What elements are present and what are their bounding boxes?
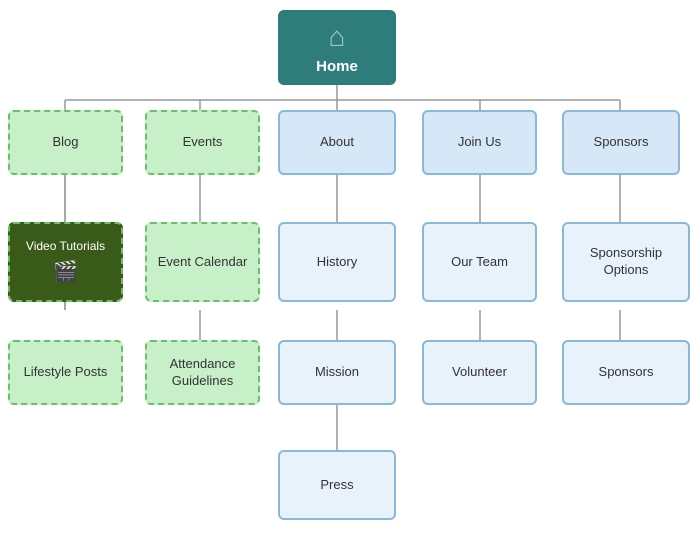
lifestyle-posts-label: Lifestyle Posts [24,364,108,381]
about-label: About [320,134,354,151]
sponsorship-options-label: Sponsorship Options [570,245,682,279]
join-us-label: Join Us [458,134,501,151]
home-icon: ⌂ [329,19,346,55]
video-tutorials-node[interactable]: Video Tutorials 🎬 [8,222,123,302]
volunteer-node[interactable]: Volunteer [422,340,537,405]
home-node[interactable]: ⌂ Home [278,10,396,85]
tree-container: ⌂ Home Blog Events About Join Us Sponsor… [0,0,700,533]
join-us-node[interactable]: Join Us [422,110,537,175]
press-label: Press [320,477,353,494]
blog-label: Blog [52,134,78,151]
event-calendar-node[interactable]: Event Calendar [145,222,260,302]
about-node[interactable]: About [278,110,396,175]
press-node[interactable]: Press [278,450,396,520]
history-node[interactable]: History [278,222,396,302]
mission-node[interactable]: Mission [278,340,396,405]
lifestyle-posts-node[interactable]: Lifestyle Posts [8,340,123,405]
history-label: History [317,254,357,271]
volunteer-label: Volunteer [452,364,507,381]
home-label: Home [316,57,358,77]
event-calendar-label: Event Calendar [158,254,248,271]
blog-node[interactable]: Blog [8,110,123,175]
sponsors-sub-label: Sponsors [599,364,654,381]
events-node[interactable]: Events [145,110,260,175]
video-icon: 🎬 [53,259,78,285]
events-label: Events [183,134,223,151]
mission-label: Mission [315,364,359,381]
our-team-label: Our Team [451,254,508,271]
sponsors-label: Sponsors [594,134,649,151]
video-tutorials-label: Video Tutorials [26,239,105,255]
our-team-node[interactable]: Our Team [422,222,537,302]
sponsors-sub-node[interactable]: Sponsors [562,340,690,405]
sponsors-node[interactable]: Sponsors [562,110,680,175]
attendance-guidelines-label: Attendance Guidelines [153,356,252,390]
attendance-guidelines-node[interactable]: Attendance Guidelines [145,340,260,405]
sponsorship-options-node[interactable]: Sponsorship Options [562,222,690,302]
